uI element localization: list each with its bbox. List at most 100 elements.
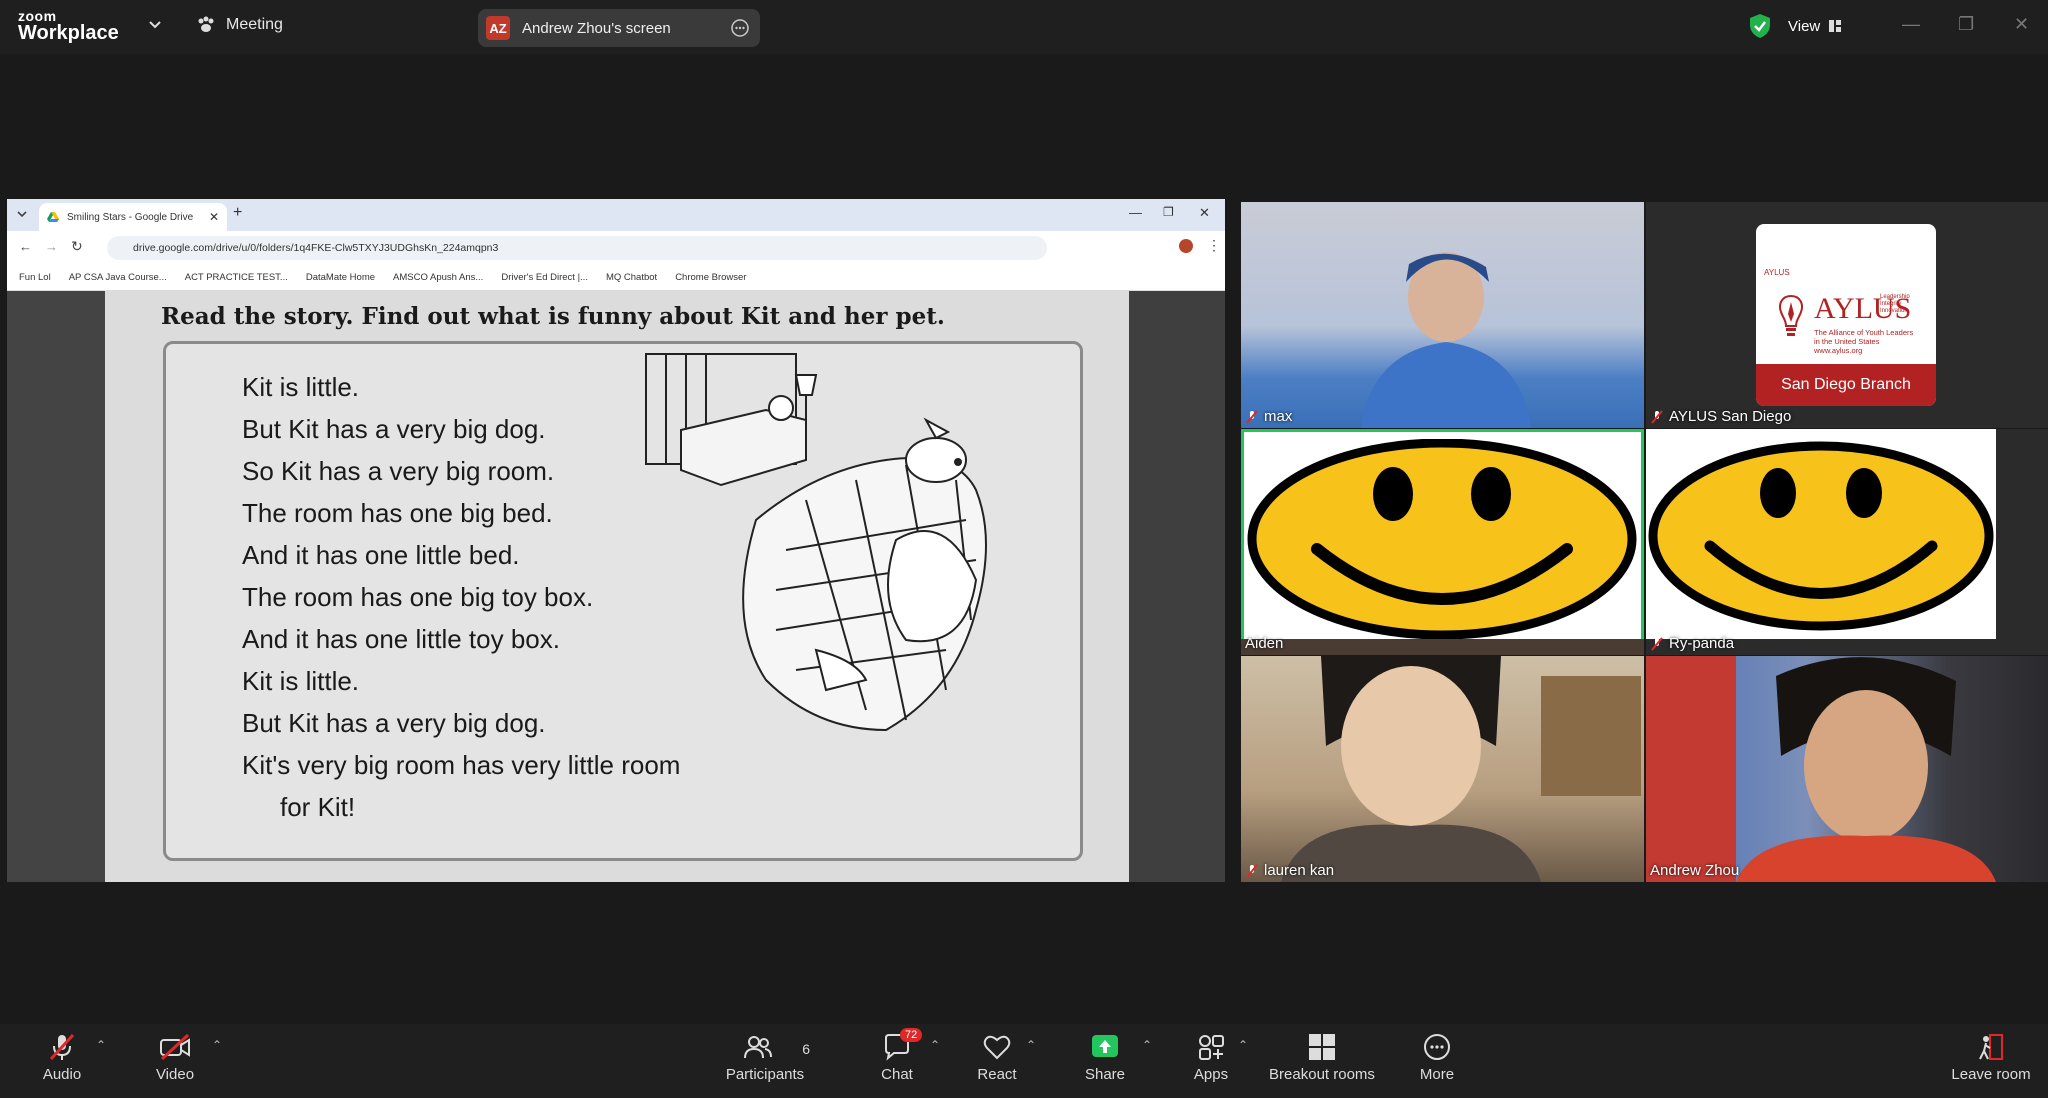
bookmark-item[interactable]: MQ Chatbot	[606, 272, 657, 283]
new-tab-icon[interactable]: +	[233, 204, 242, 222]
leave-room-label: Leave room	[1951, 1066, 2031, 1083]
audio-button[interactable]: Audio	[38, 1032, 86, 1083]
breakout-rooms-icon	[1309, 1034, 1335, 1060]
view-button[interactable]: View	[1788, 13, 1842, 39]
participants-label: Participants	[725, 1066, 805, 1083]
react-options-caret-icon[interactable]: ⌃	[1026, 1038, 1036, 1052]
bookmark-item[interactable]: Fun Lol	[19, 272, 51, 283]
bookmark-item[interactable]: Driver's Ed Direct |...	[501, 272, 588, 283]
chat-unread-badge: 72	[900, 1028, 923, 1042]
aylus-subtitle: The Alliance of Youth Leaders in the Unit…	[1814, 328, 1914, 355]
smiley-face-image	[1247, 439, 1637, 639]
leave-room-button[interactable]: Leave room	[1948, 1032, 2034, 1083]
browser-minimize-icon[interactable]: —	[1129, 205, 1142, 220]
video-tile-max[interactable]: max	[1241, 202, 1644, 428]
audio-options-caret-icon[interactable]: ⌃	[96, 1038, 106, 1052]
close-icon[interactable]: ✕	[2014, 14, 2029, 35]
share-options-caret-icon[interactable]: ⌃	[1142, 1038, 1152, 1052]
story-line: And it has one little bed.	[242, 540, 520, 570]
story-text: Kit is little. But Kit has a very big do…	[242, 366, 680, 828]
reload-icon[interactable]: ↻	[71, 238, 83, 255]
aylus-small-tag: AYLUS	[1764, 268, 1790, 277]
apps-icon	[1199, 1035, 1224, 1060]
back-icon[interactable]: ←	[19, 239, 32, 254]
breakout-rooms-button[interactable]: Breakout rooms	[1266, 1032, 1378, 1083]
tab-close-icon[interactable]: ✕	[209, 210, 219, 224]
browser-restore-icon[interactable]: ❐	[1163, 205, 1174, 219]
participant-nametag: max	[1245, 408, 1292, 425]
story-frame: Kit is little. But Kit has a very big do…	[163, 341, 1083, 861]
meeting-menu[interactable]: Meeting	[196, 15, 283, 35]
apps-button[interactable]: Apps	[1186, 1032, 1236, 1083]
shared-screen-pill[interactable]: AZ Andrew Zhou's screen	[478, 9, 760, 47]
browser-tab[interactable]: Smiling Stars - Google Drive ✕	[39, 203, 227, 231]
tab-search-icon[interactable]	[15, 207, 29, 226]
video-label: Video	[155, 1066, 195, 1083]
bookmark-item[interactable]: Chrome Browser	[675, 272, 746, 283]
participant-nametag: Aiden	[1245, 635, 1283, 652]
background-poster	[1646, 656, 1736, 882]
chat-button[interactable]: 72 Chat	[872, 1028, 923, 1083]
meeting-label: Meeting	[226, 16, 283, 33]
chevron-down-icon[interactable]	[148, 17, 162, 36]
video-off-icon	[160, 1033, 190, 1061]
video-tile-andrew-zhou[interactable]: Andrew Zhou	[1646, 656, 2048, 882]
story-line: Kit is little.	[242, 666, 360, 696]
worksheet-photo: Read the story. Find out what is funny a…	[105, 291, 1129, 882]
bookmark-item[interactable]: DataMate Home	[306, 272, 375, 283]
aylus-logo-card: AYLUS AYLUS Leadership Integrity Innovatio…	[1756, 224, 1936, 406]
muted-mic-icon	[49, 1033, 75, 1061]
video-tile-ry-panda[interactable]: Ry-panda	[1646, 429, 2048, 655]
participant-nametag: Andrew Zhou	[1650, 862, 1739, 879]
more-options-icon[interactable]	[730, 18, 750, 38]
minimize-icon[interactable]: —	[1902, 14, 1920, 35]
smiley-face-image	[1648, 441, 1994, 631]
bookmark-item[interactable]: ACT PRACTICE TEST...	[185, 272, 288, 283]
video-strip	[1241, 639, 1644, 655]
participants-button[interactable]: 6 Participants	[720, 1032, 810, 1083]
react-label: React	[977, 1066, 1017, 1083]
breakout-rooms-label: Breakout rooms	[1269, 1066, 1375, 1083]
video-tile-aiden[interactable]: Aiden	[1241, 429, 1644, 655]
browser-toolbar: ← → ↻ drive.google.com/drive/u/0/folders…	[7, 231, 1225, 265]
share-label: Share	[1084, 1066, 1126, 1083]
apps-options-caret-icon[interactable]: ⌃	[1238, 1038, 1248, 1052]
bookmark-item[interactable]: AMSCO Apush Ans...	[393, 272, 483, 283]
url-text: drive.google.com/drive/u/0/folders/1q4FK…	[133, 242, 499, 254]
view-label: View	[1788, 17, 1821, 35]
leave-icon	[1979, 1034, 2003, 1060]
participants-count: 6	[802, 1041, 810, 1057]
video-tile-aylus[interactable]: AYLUS AYLUS Leadership Integrity Innovatio…	[1646, 202, 2048, 428]
profile-avatar[interactable]	[1179, 239, 1193, 253]
bookmark-item[interactable]: AP CSA Java Course...	[69, 272, 167, 283]
restore-icon[interactable]: ❐	[1958, 14, 1974, 35]
muted-mic-icon	[1651, 636, 1663, 651]
tab-title: Smiling Stars - Google Drive	[67, 211, 194, 223]
forward-icon[interactable]: →	[45, 239, 58, 254]
video-tile-lauren-kan[interactable]: lauren kan	[1241, 656, 1644, 882]
browser-menu-icon[interactable]: ⋮	[1207, 237, 1221, 254]
video-button[interactable]: Video	[150, 1032, 200, 1083]
participant-video	[1281, 656, 1541, 882]
participant-name: lauren kan	[1264, 862, 1335, 879]
react-button[interactable]: React	[972, 1032, 1022, 1083]
story-line: The room has one big toy box.	[242, 582, 594, 612]
story-line: The room has one big bed.	[242, 498, 553, 528]
participant-nametag: lauren kan	[1245, 862, 1334, 879]
story-line: And it has one little toy box.	[242, 624, 560, 654]
share-button[interactable]: Share	[1080, 1032, 1130, 1083]
top-bar: zoom Workplace Meeting AZ Andrew Zhou's …	[0, 0, 2048, 54]
chat-options-caret-icon[interactable]: ⌃	[930, 1038, 940, 1052]
apps-label: Apps	[1193, 1066, 1229, 1083]
more-label: More	[1419, 1066, 1455, 1083]
more-button[interactable]: More	[1412, 1032, 1462, 1083]
bookmarks-bar: Fun Lol AP CSA Java Course... ACT PRACTI…	[7, 265, 1225, 291]
participant-name: AYLUS San Diego	[1669, 408, 1792, 425]
participant-name: Ry-panda	[1669, 635, 1735, 652]
video-options-caret-icon[interactable]: ⌃	[212, 1038, 222, 1052]
address-bar[interactable]: drive.google.com/drive/u/0/folders/1q4FK…	[107, 236, 1047, 260]
muted-mic-icon	[1246, 409, 1258, 424]
background-shelf	[1541, 676, 1641, 796]
shield-icon[interactable]	[1748, 13, 1772, 44]
browser-close-icon[interactable]: ✕	[1199, 205, 1210, 221]
